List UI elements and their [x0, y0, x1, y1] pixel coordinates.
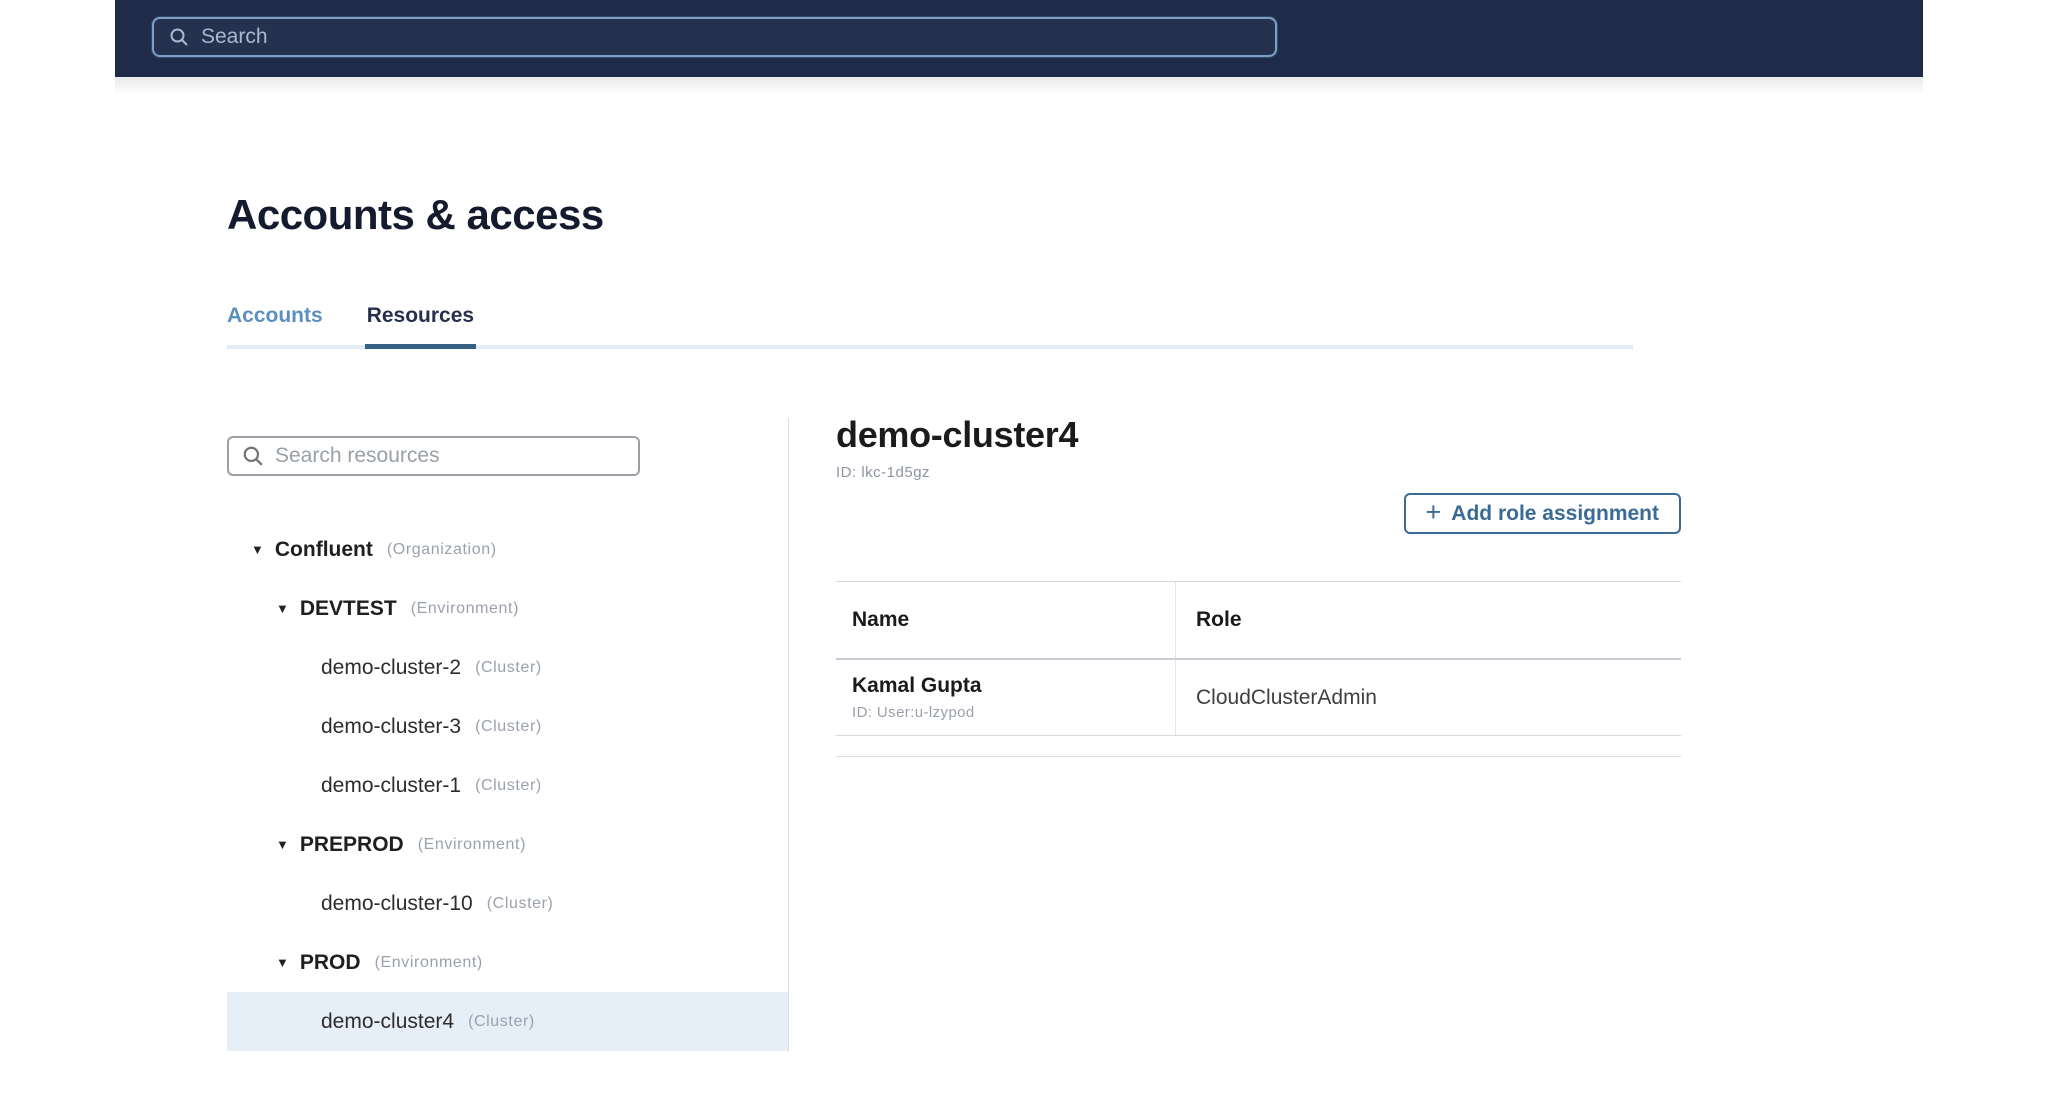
plus-icon: +: [1425, 497, 1442, 527]
tree-item-type: (Organization): [386, 540, 497, 558]
resource-tree-panel: ▼ Confluent (Organization) ▼ DEVTEST (En…: [227, 418, 789, 1052]
role-assignment-table: Name Role Kamal Gupta ID: User:u-lzypod …: [836, 581, 1681, 757]
app-window: Accounts & access Accounts Resources: [115, 0, 1923, 1095]
global-search-input[interactable]: [201, 25, 1275, 49]
tree-item-type: (Cluster): [475, 776, 542, 794]
page-title: Accounts & access: [227, 191, 604, 238]
collapse-triangle-icon[interactable]: ▼: [276, 602, 289, 615]
tree-item-cluster-selected[interactable]: demo-cluster4 (Cluster): [227, 992, 788, 1051]
tree-item-environment[interactable]: ▼ PROD (Environment): [227, 933, 788, 992]
role-value: CloudClusterAdmin: [1196, 685, 1377, 709]
tree-item-label: PREPROD: [299, 832, 404, 856]
tree-item-label: DEVTEST: [299, 596, 397, 620]
tree-item-label: demo-cluster-10: [321, 891, 473, 915]
table-footer-divider: [836, 736, 1681, 757]
top-navigation-bar: [115, 0, 1923, 77]
tree-item-environment[interactable]: ▼ DEVTEST (Environment): [227, 579, 788, 638]
resource-title: demo-cluster4: [836, 414, 1079, 455]
tree-item-organization[interactable]: ▼ Confluent (Organization): [227, 520, 788, 579]
tab-bar: Accounts Resources: [227, 304, 1633, 349]
resource-search-input[interactable]: [275, 444, 638, 468]
table-header-row: Name Role: [836, 581, 1681, 660]
search-icon: [242, 445, 264, 467]
tree-item-label: demo-cluster4: [321, 1009, 455, 1033]
tree-item-cluster[interactable]: demo-cluster-2 (Cluster): [227, 638, 788, 697]
resource-search-box[interactable]: [227, 436, 640, 476]
collapse-triangle-icon[interactable]: ▼: [276, 956, 289, 969]
tree-item-cluster[interactable]: demo-cluster-3 (Cluster): [227, 697, 788, 756]
tree-item-label: Confluent: [274, 537, 373, 561]
tree-item-type: (Cluster): [475, 658, 542, 676]
collapse-triangle-icon[interactable]: ▼: [251, 543, 264, 556]
tree-item-label: PROD: [299, 950, 361, 974]
column-header-name: Name: [836, 582, 1176, 658]
add-role-assignment-label: Add role assignment: [1451, 501, 1659, 525]
resource-detail-panel: demo-cluster4 ID: lkc-1d5gz + Add role a…: [789, 414, 1923, 1052]
table-row[interactable]: Kamal Gupta ID: User:u-lzypod CloudClust…: [836, 660, 1681, 736]
tree-item-type: (Cluster): [486, 894, 554, 912]
column-header-role: Role: [1196, 608, 1242, 631]
resource-id: ID: lkc-1d5gz: [836, 464, 931, 481]
global-search-box[interactable]: [152, 17, 1277, 57]
tree-item-cluster[interactable]: demo-cluster-1 (Cluster): [227, 756, 788, 815]
principal-id: ID: User:u-lzypod: [852, 704, 975, 721]
nav-shadow-divider: [115, 77, 1923, 94]
resource-tree: ▼ Confluent (Organization) ▼ DEVTEST (En…: [227, 520, 788, 1051]
tree-item-type: (Environment): [417, 835, 527, 853]
search-icon: [169, 27, 189, 47]
tree-item-label: demo-cluster-2: [321, 655, 462, 679]
collapse-triangle-icon[interactable]: ▼: [276, 838, 289, 851]
tree-item-label: demo-cluster-1: [321, 773, 462, 797]
tab-resources[interactable]: Resources: [364, 304, 477, 349]
tree-item-type: (Cluster): [475, 717, 542, 735]
principal-name: Kamal Gupta: [852, 674, 982, 697]
tree-item-cluster[interactable]: demo-cluster-10 (Cluster): [227, 874, 788, 933]
add-role-assignment-button[interactable]: + Add role assignment: [1403, 493, 1681, 534]
tree-item-environment[interactable]: ▼ PREPROD (Environment): [227, 815, 788, 874]
tab-accounts[interactable]: Accounts: [227, 304, 323, 349]
tree-item-type: (Environment): [374, 953, 483, 971]
tree-item-type: (Environment): [410, 599, 520, 617]
tree-item-label: demo-cluster-3: [321, 714, 462, 738]
tree-item-type: (Cluster): [468, 1012, 535, 1030]
